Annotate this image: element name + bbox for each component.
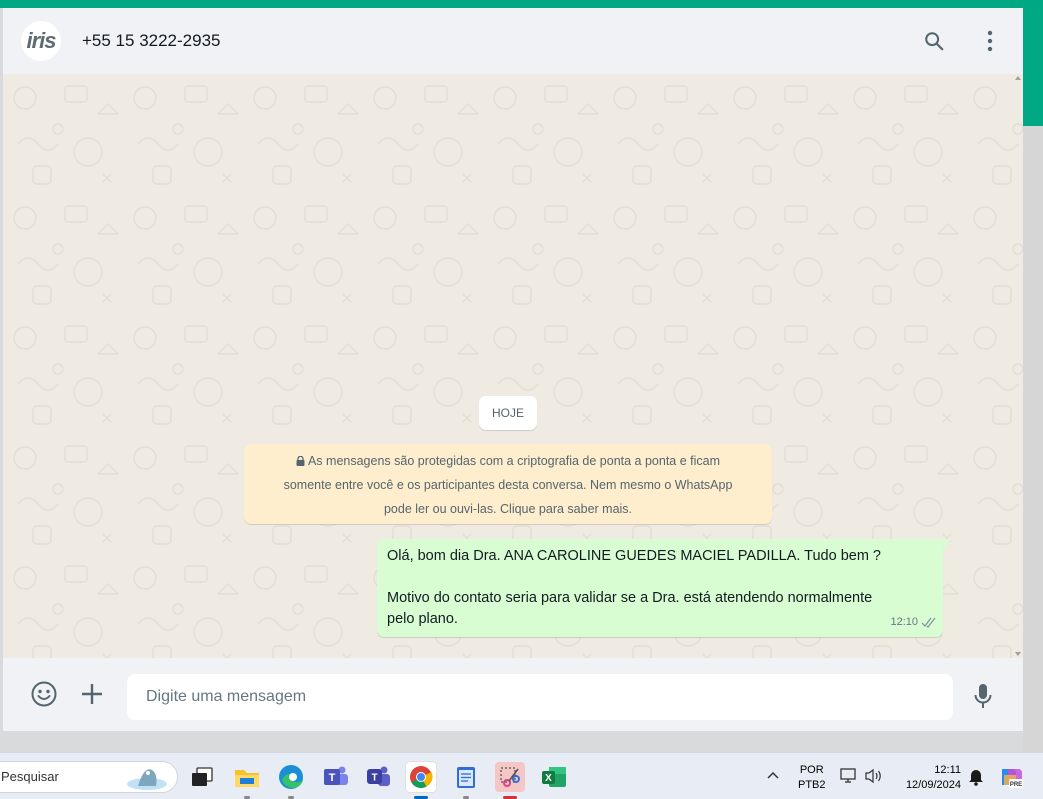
copilot-icon[interactable]: PRE: [998, 753, 1024, 799]
taskbar-clock[interactable]: 12:11 12/09/2024: [895, 763, 961, 793]
message-composer: [3, 658, 1023, 731]
search-icon[interactable]: [919, 26, 949, 56]
message-time: 12:10: [890, 616, 918, 628]
teams-icon[interactable]: T: [321, 762, 351, 792]
window-accent-bar-top: [0, 0, 1043, 8]
edge-icon[interactable]: [276, 762, 306, 799]
svg-text:T: T: [329, 772, 336, 784]
encryption-notice-line2: somente entre você e os participantes de…: [283, 478, 733, 492]
date-separator: HOJE: [479, 396, 537, 430]
microphone-icon[interactable]: [967, 680, 999, 712]
contact-name[interactable]: +55 15 3222-2935: [82, 31, 221, 51]
message-input[interactable]: [127, 674, 953, 720]
chrome-icon[interactable]: [406, 762, 436, 799]
task-view-icon[interactable]: [187, 762, 217, 792]
language-indicator[interactable]: POR PTB2: [798, 763, 826, 793]
excel-icon[interactable]: X: [539, 762, 569, 792]
tray-overflow-chevron-icon[interactable]: [766, 753, 780, 799]
bubble-tail: [943, 539, 951, 551]
taskbar-search-placeholder: Pesquisar: [1, 769, 59, 784]
message-line1: Olá, bom dia Dra. ANA CAROLINE GUEDES MA…: [387, 548, 881, 564]
chat-header: iris +55 15 3222-2935: [3, 8, 1023, 74]
keyboard-layout: PTB2: [798, 779, 826, 791]
avatar-text: iris: [26, 28, 56, 53]
encryption-notice-line1: As mensagens são protegidas com a cripto…: [307, 454, 721, 468]
encryption-notice[interactable]: As mensagens são protegidas com a cripto…: [244, 444, 772, 524]
svg-text:PRE: PRE: [1010, 782, 1022, 788]
plus-icon[interactable]: [76, 678, 108, 710]
file-explorer-icon[interactable]: [232, 762, 262, 799]
lock-icon: [296, 456, 305, 466]
notepad-icon[interactable]: [451, 762, 481, 799]
notification-bell-icon[interactable]: [968, 753, 984, 799]
teams-new-icon[interactable]: T: [364, 762, 394, 792]
taskbar-search[interactable]: Pesquisar: [0, 761, 178, 793]
search-highlight-icon: [127, 769, 167, 790]
contact-avatar[interactable]: iris: [21, 21, 61, 61]
scroll-down-arrow[interactable]: [1015, 652, 1021, 656]
double-check-icon: [921, 617, 936, 628]
conversation-panel[interactable]: HOJE As mensagens são protegidas com a c…: [3, 74, 1023, 658]
menu-icon[interactable]: [975, 26, 1005, 56]
network-icon[interactable]: [840, 753, 858, 799]
scroll-up-arrow[interactable]: [1015, 76, 1021, 80]
message-line3: pelo plano.: [387, 611, 458, 627]
outgoing-message[interactable]: Olá, bom dia Dra. ANA CAROLINE GUEDES MA…: [377, 539, 943, 637]
clock-time: 12:11: [934, 764, 961, 776]
background-edge: [1023, 126, 1043, 752]
windows-taskbar: Pesquisar T T X POR PTB2 12:11 12/09/202…: [0, 752, 1043, 799]
message-line2: Motivo do contato seria para validar se …: [387, 590, 873, 606]
emoji-icon[interactable]: [28, 678, 60, 710]
whatsapp-window: iris +55 15 3222-2935 HOJE As mensagens …: [3, 8, 1023, 731]
volume-icon[interactable]: [864, 753, 882, 799]
snipping-tool-icon[interactable]: [495, 762, 525, 799]
clock-date: 12/09/2024: [905, 779, 961, 791]
encryption-notice-line3: pode ler ou ouvi-las. Clique para saber …: [383, 502, 633, 516]
window-accent-bar-right: [1023, 0, 1043, 126]
language-code: POR: [799, 764, 824, 776]
svg-text:T: T: [371, 773, 377, 784]
svg-text:X: X: [545, 773, 552, 784]
